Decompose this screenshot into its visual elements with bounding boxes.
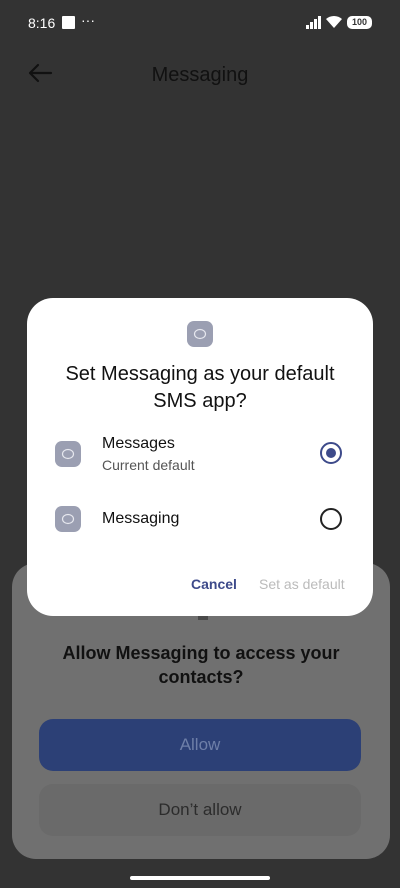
radio-unselected[interactable] [320,508,342,530]
messaging-option-icon [55,506,81,532]
home-indicator[interactable] [130,876,270,880]
messages-app-icon [55,441,81,467]
battery-icon: 100 [347,16,372,29]
dialog-actions: Cancel Set as default [27,576,373,598]
option-sublabel: Current default [102,457,195,473]
more-notifications-icon: ··· [81,12,95,28]
notification-icon [62,16,75,29]
dialog-title: Set Messaging as your default SMS app? [65,363,335,412]
permission-title: Allow Messaging to access your contacts? [62,643,340,687]
radio-selected[interactable] [320,442,342,464]
option-messages[interactable]: Messages Current default [27,428,373,484]
messaging-app-icon [187,321,213,347]
page-title: Messaging [151,64,249,86]
set-as-default-button[interactable]: Set as default [259,576,345,592]
app-bar: Messaging [0,50,400,100]
wifi-icon [326,15,342,28]
option-messaging[interactable]: Messaging [27,492,373,548]
status-time: 8:16 [28,15,56,31]
option-label: Messaging [102,510,180,527]
signal-icon [306,16,321,29]
status-bar: 8:16 ··· 100 [0,0,400,46]
option-label: Messages [102,435,175,452]
cancel-button[interactable]: Cancel [191,576,237,592]
dont-allow-button[interactable]: Don’t allow [39,784,361,836]
default-sms-dialog: Set Messaging as your default SMS app? M… [27,298,373,616]
allow-button[interactable]: Allow [39,719,361,771]
